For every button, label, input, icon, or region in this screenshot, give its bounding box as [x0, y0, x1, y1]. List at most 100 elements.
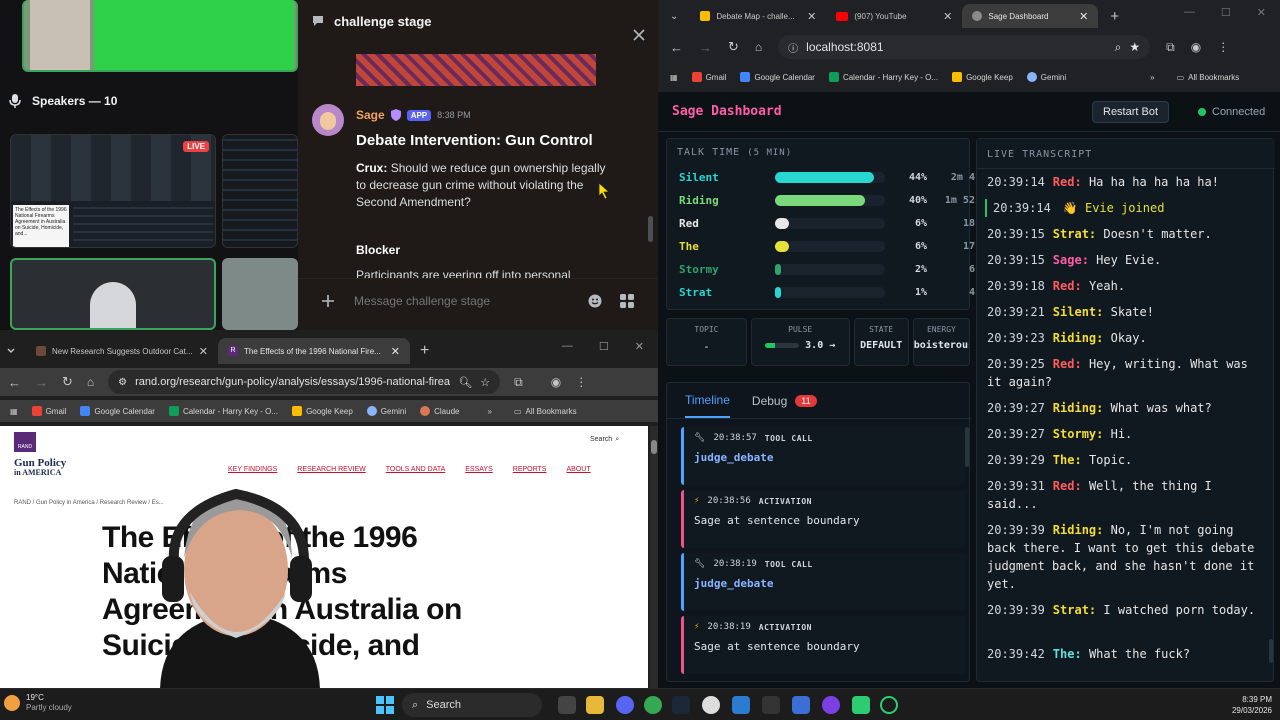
all-bookmarks[interactable]: ▭ All Bookmarks	[1177, 73, 1240, 82]
tab-search-icon[interactable]: ⌄	[670, 11, 678, 22]
video-tile-avatar[interactable]	[10, 258, 216, 330]
apps-grid-icon[interactable]: ▦	[10, 407, 18, 416]
restart-bot-button[interactable]: Restart Bot	[1092, 101, 1170, 123]
message-author[interactable]: Sage	[356, 108, 385, 122]
extensions-icon[interactable]: ⧉	[1166, 40, 1175, 55]
apps-grid-icon[interactable]: ▦	[670, 73, 678, 82]
tab-search-icon[interactable]	[6, 346, 16, 356]
obs-icon[interactable]	[702, 696, 720, 714]
notepad-icon[interactable]	[732, 696, 750, 714]
back-icon[interactable]: ←	[670, 40, 683, 55]
forward-icon[interactable]: →	[35, 375, 48, 390]
app-icon-3[interactable]	[880, 696, 898, 714]
address-bar[interactable]: ⚙ rand.org/research/gun-policy/analysis/…	[108, 370, 501, 394]
tab-youtube[interactable]: (907) YouTube ✕	[826, 4, 962, 28]
home-icon[interactable]: ⌂	[755, 40, 762, 54]
nav-essays[interactable]: ESSAYS	[465, 466, 493, 473]
system-clock[interactable]: 8:39 PM 29/03/2026	[1200, 694, 1272, 716]
menu-icon[interactable]: ⋮	[1217, 40, 1229, 54]
reload-icon[interactable]: ↻	[728, 39, 739, 55]
thread-scrollbar[interactable]	[648, 216, 653, 242]
nav-tools-and-data[interactable]: TOOLS AND DATA	[386, 466, 446, 473]
star-icon[interactable]: ★	[1129, 40, 1140, 54]
more-bookmarks-icon[interactable]: »	[487, 407, 491, 416]
timeline-scrollbar[interactable]	[965, 427, 969, 467]
tab-debug[interactable]: Debug 11	[752, 394, 817, 408]
taskbar-search[interactable]: ⌕ Search	[402, 693, 542, 717]
app-icon[interactable]	[822, 696, 840, 714]
bookmark-gmail[interactable]: Gmail	[691, 72, 726, 82]
tab-sage-dashboard[interactable]: Sage Dashboard ✕	[962, 4, 1099, 28]
terminal-icon[interactable]	[762, 696, 780, 714]
task-view-icon[interactable]	[558, 696, 576, 714]
tab-close-icon[interactable]: ✕	[199, 345, 208, 358]
rand-logo-badge[interactable]: RAND	[14, 432, 36, 452]
apps-icon[interactable]	[620, 294, 634, 308]
timeline-event[interactable]: ⚡︎ 20:38:56 ACTIVATION Sage at sentence bou…	[681, 490, 965, 548]
tab-close-icon[interactable]: ✕	[807, 10, 816, 23]
timeline-event[interactable]: ⚡︎ 20:38:19 ACTIVATION Sage at sentence bou…	[681, 616, 965, 674]
timeline-event[interactable]: 🔧︎ 20:38:19 TOOL CALL judge_debate	[681, 553, 965, 611]
zoom-icon[interactable]: ⌕	[1115, 40, 1122, 55]
more-bookmarks-icon[interactable]: »	[1150, 73, 1154, 82]
nav-about[interactable]: ABOUT	[566, 466, 590, 473]
tab-close-icon[interactable]: ✕	[1079, 10, 1088, 23]
page-scrollbar[interactable]	[650, 426, 658, 688]
back-icon[interactable]: ←	[8, 375, 21, 390]
bookmark-calendar-harry[interactable]: Calendar - Harry Key - O...	[828, 72, 938, 82]
nav-reports[interactable]: REPORTS	[513, 466, 547, 473]
minimize-icon[interactable]: —	[562, 340, 573, 353]
maximize-icon[interactable]: ☐	[1221, 6, 1231, 19]
gun-policy-logo[interactable]: Gun Policy in AMERICA	[14, 458, 66, 478]
address-bar[interactable]: ⓘ localhost:8081 ⌕ ★	[778, 35, 1151, 59]
tab-close-icon[interactable]: ✕	[391, 345, 400, 358]
reload-icon[interactable]: ↻	[62, 374, 73, 390]
app-icon-2[interactable]	[852, 696, 870, 714]
plus-icon[interactable]	[320, 293, 336, 309]
weather-widget[interactable]: 19°C Partly cloudy	[4, 693, 72, 713]
bookmark-google-keep[interactable]: Google Keep	[292, 406, 353, 416]
file-explorer-icon[interactable]	[586, 696, 604, 714]
chrome-icon[interactable]	[644, 696, 662, 714]
extensions-icon[interactable]: ⧉	[514, 375, 523, 390]
tab-debate-map[interactable]: Debate Map - challe... ✕	[690, 4, 826, 28]
tab-close-icon[interactable]: ✕	[943, 10, 952, 23]
profile-icon[interactable]: ◉	[551, 375, 561, 389]
site-info-icon[interactable]: ⚙	[118, 377, 127, 388]
close-window-icon[interactable]: ✕	[635, 340, 644, 353]
bookmark-calendar-harry[interactable]: Calendar - Harry Key - O...	[168, 406, 278, 416]
bookmark-gemini[interactable]: Gemini	[366, 406, 406, 416]
sage-avatar[interactable]	[312, 104, 344, 136]
close-icon[interactable]	[632, 28, 646, 42]
video-tile-5[interactable]	[222, 258, 298, 330]
bookmark-gemini[interactable]: Gemini	[1026, 72, 1066, 82]
video-tile-3[interactable]	[222, 134, 298, 248]
home-icon[interactable]: ⌂	[87, 375, 94, 389]
message-input[interactable]	[354, 289, 574, 313]
menu-icon[interactable]: ⋮	[575, 375, 587, 389]
bookmark-google-calendar[interactable]: Google Calendar	[80, 406, 155, 416]
tab-timeline[interactable]: Timeline	[685, 383, 730, 418]
tab-rand-article[interactable]: R The Effects of the 1996 National Fire.…	[218, 338, 410, 364]
bookmark-gmail[interactable]: Gmail	[31, 406, 66, 416]
minimize-icon[interactable]: —	[1184, 6, 1195, 19]
vscode-icon[interactable]	[792, 696, 810, 714]
steam-icon[interactable]	[672, 696, 690, 714]
timeline-event[interactable]: 🔧︎ 20:38:57 TOOL CALL judge_debate	[681, 427, 965, 485]
zoom-icon[interactable]: 🔍︎	[458, 376, 472, 389]
tab-cat-research[interactable]: New Research Suggests Outdoor Cat... ✕	[26, 338, 218, 364]
video-tile-top[interactable]	[22, 0, 298, 72]
bookmark-google-calendar[interactable]: Google Calendar	[740, 72, 815, 82]
emoji-icon[interactable]	[588, 294, 602, 308]
forward-icon[interactable]: →	[699, 40, 712, 55]
discord-icon[interactable]	[616, 696, 634, 714]
bookmark-google-keep[interactable]: Google Keep	[952, 72, 1013, 82]
video-tile-screenshare[interactable]: The Effects of the 1996 National Firearm…	[10, 134, 216, 248]
windows-start-icon[interactable]	[376, 696, 394, 719]
close-window-icon[interactable]: ✕	[1257, 6, 1266, 19]
all-bookmarks[interactable]: ▭ All Bookmarks	[514, 407, 577, 416]
maximize-icon[interactable]: ☐	[599, 340, 609, 353]
transcript-scrollbar[interactable]	[1269, 639, 1273, 663]
site-search[interactable]: Search ⌕	[590, 436, 619, 444]
bookmark-claude[interactable]: Claude	[420, 406, 459, 416]
